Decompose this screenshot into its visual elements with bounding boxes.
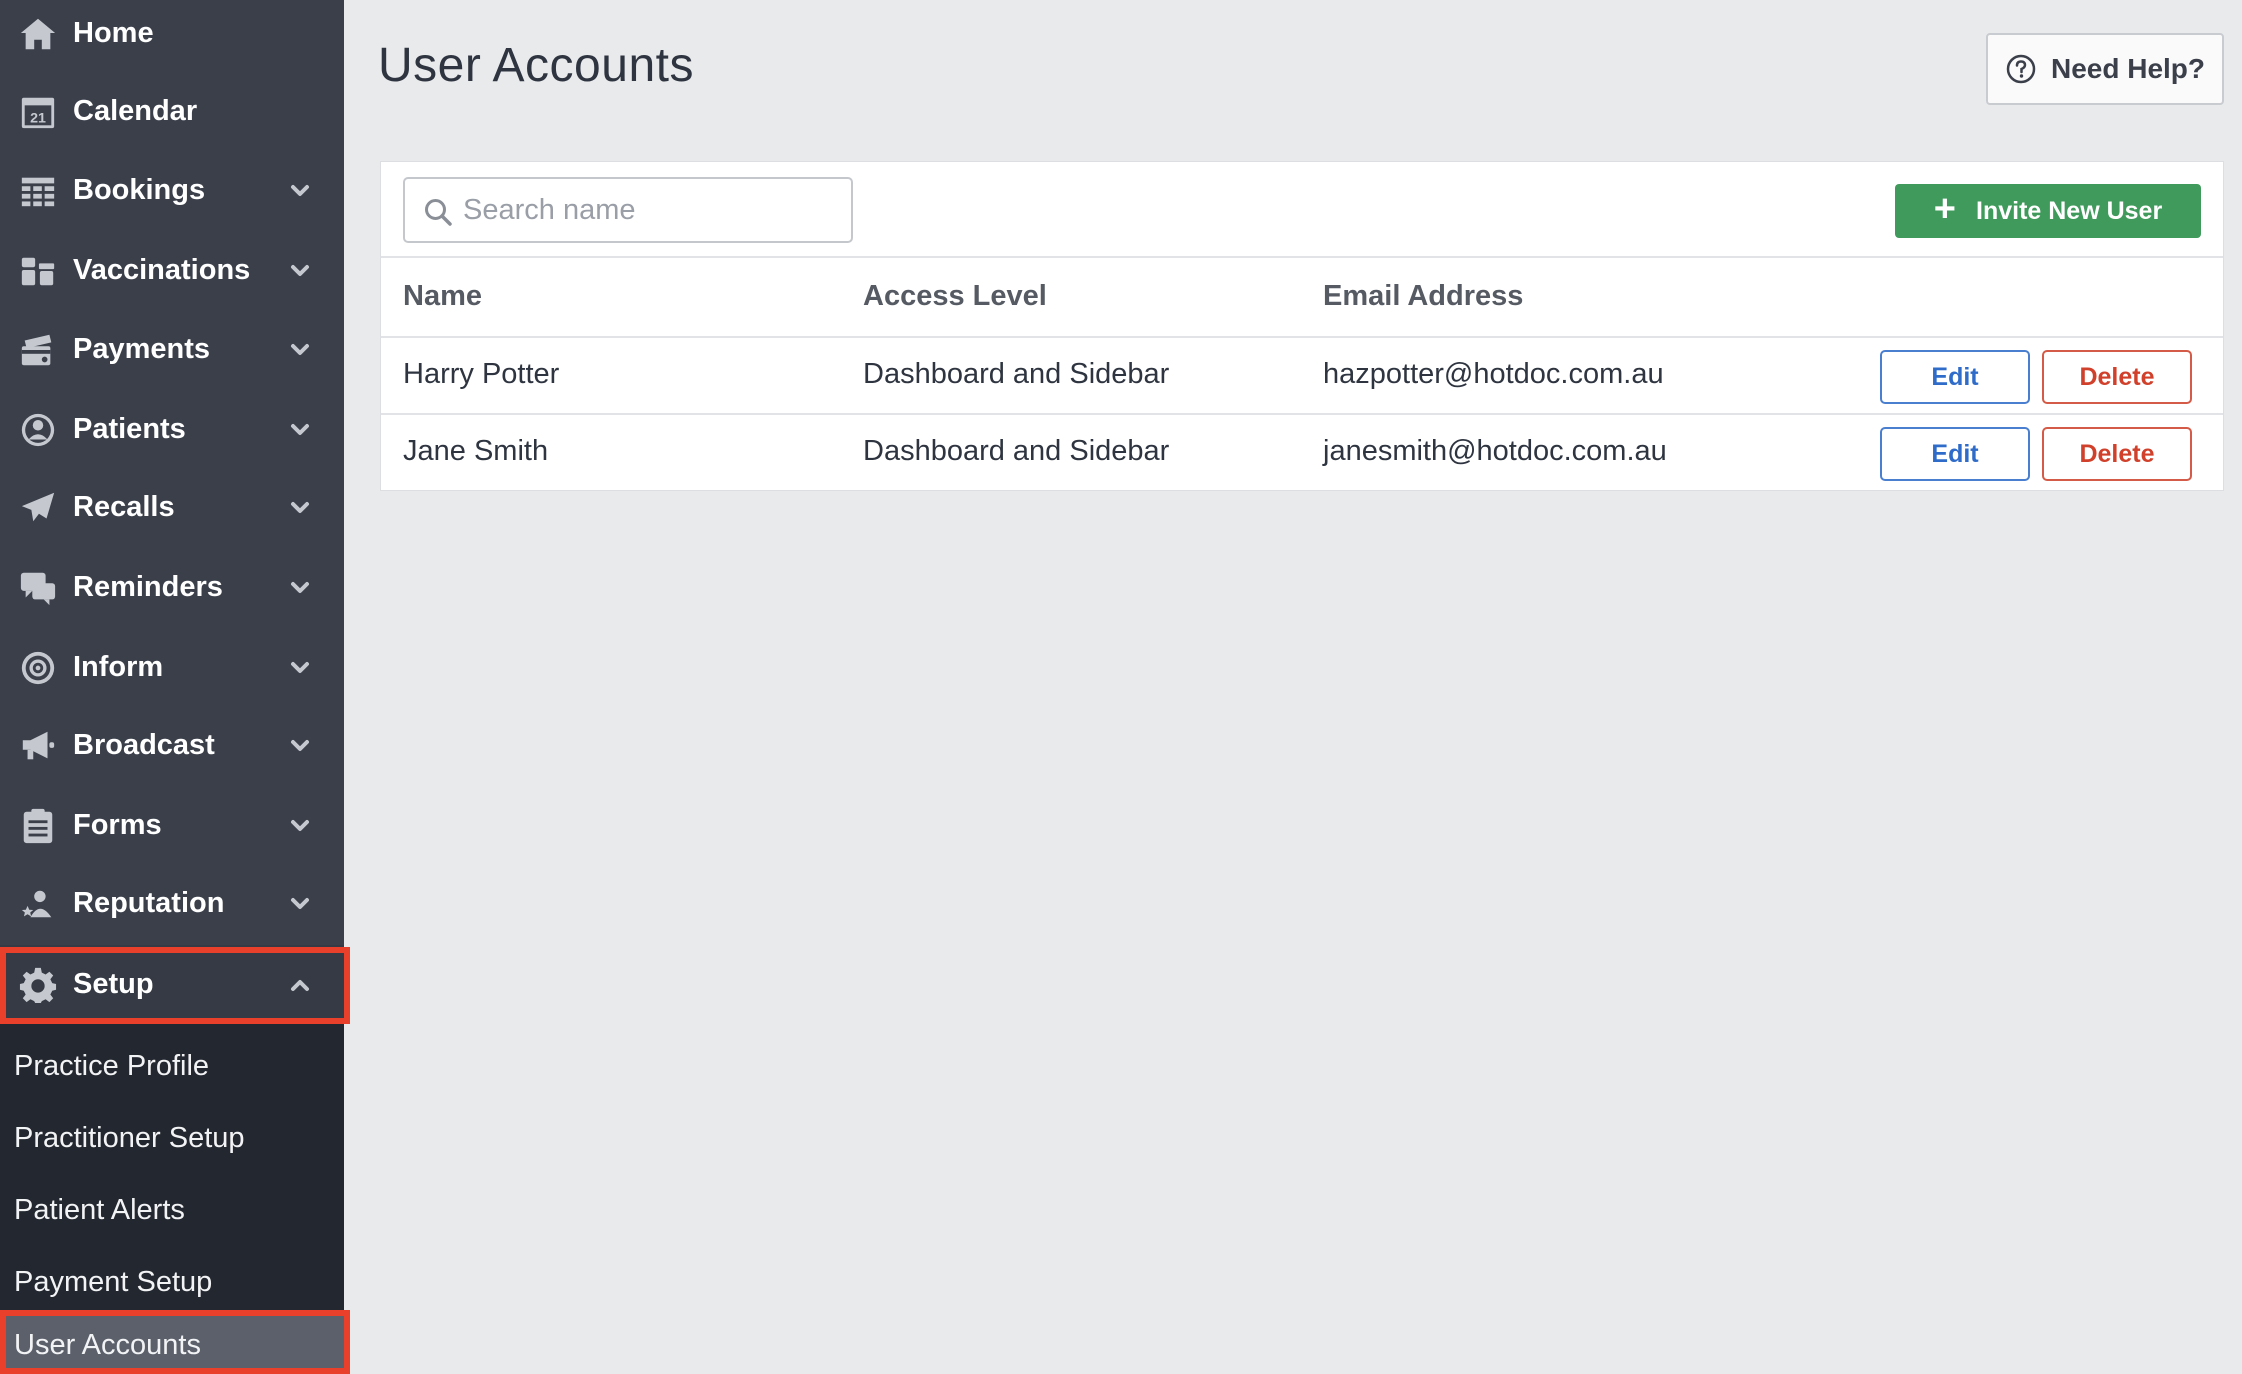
- chevron-down-icon: [286, 336, 314, 364]
- sidebar-item-reminders[interactable]: Reminders: [0, 548, 344, 627]
- sidebar-item-calendar[interactable]: 21 Calendar: [0, 72, 344, 151]
- sidebar-item-inform[interactable]: Inform: [0, 628, 344, 707]
- column-header-name[interactable]: Name: [403, 280, 482, 313]
- need-help-label: Need Help?: [2050, 53, 2206, 84]
- table-row: Harry Potter Dashboard and Sidebar hazpo…: [381, 338, 2223, 415]
- edit-button[interactable]: Edit: [1880, 427, 2030, 481]
- chevron-up-icon: [286, 971, 314, 999]
- submenu-item-patient-alerts[interactable]: Patient Alerts: [0, 1174, 344, 1246]
- edit-button[interactable]: Edit: [1880, 350, 2030, 404]
- cell-access-level: Dashboard and Sidebar: [863, 435, 1170, 467]
- invite-new-user-label: Invite New User: [1976, 196, 2163, 225]
- need-help-button[interactable]: Need Help?: [1986, 33, 2224, 105]
- sidebar-item-label: Vaccinations: [73, 254, 251, 286]
- sidebar-item-label: Setup: [73, 968, 154, 1000]
- column-header-email[interactable]: Email Address: [1323, 280, 1523, 313]
- chevron-down-icon: [286, 177, 314, 205]
- cell-access-level: Dashboard and Sidebar: [863, 358, 1170, 390]
- chevron-down-icon: [286, 654, 314, 682]
- cell-email: janesmith@hotdoc.com.au: [1323, 435, 1667, 467]
- sidebar-item-label: Calendar: [73, 95, 198, 127]
- sidebar-item-label: Home: [73, 17, 154, 49]
- card-icon: [18, 330, 58, 370]
- search-icon: [425, 199, 452, 226]
- sidebar-item-label: Patients: [73, 413, 186, 445]
- user-accounts-panel: + Invite New User Name Access Level Emai…: [380, 161, 2224, 491]
- chevron-down-icon: [286, 416, 314, 444]
- submenu-item-payment-setup[interactable]: Payment Setup: [0, 1246, 344, 1318]
- sidebar-item-vaccinations[interactable]: Vaccinations: [0, 231, 344, 310]
- sidebar-item-label: Payments: [73, 333, 211, 365]
- delete-button[interactable]: Delete: [2042, 427, 2192, 481]
- plus-icon: +: [1933, 188, 1956, 230]
- chevron-down-icon: [286, 890, 314, 918]
- grid-icon: [18, 171, 58, 211]
- table-header: Name Access Level Email Address: [381, 258, 2223, 338]
- sidebar-item-broadcast[interactable]: Broadcast: [0, 706, 344, 785]
- sidebar-item-label: Broadcast: [73, 729, 215, 761]
- setup-submenu: Practice Profile Practitioner Setup Pati…: [0, 1024, 344, 1374]
- submenu-item-practice-profile[interactable]: Practice Profile: [0, 1030, 344, 1102]
- search-input[interactable]: [463, 193, 833, 227]
- delete-button[interactable]: Delete: [2042, 350, 2192, 404]
- sidebar-item-recalls[interactable]: Recalls: [0, 468, 344, 547]
- sidebar-item-reputation[interactable]: Reputation: [0, 864, 344, 943]
- sidebar-item-label: Reminders: [73, 571, 223, 603]
- table-toolbar: + Invite New User: [381, 162, 2223, 258]
- gear-icon: [18, 965, 58, 1005]
- cell-email: hazpotter@hotdoc.com.au: [1323, 358, 1664, 390]
- home-icon: [18, 14, 58, 54]
- vials-icon: [18, 251, 58, 291]
- sidebar-item-bookings[interactable]: Bookings: [0, 151, 344, 230]
- sidebar-item-label: Reputation: [73, 887, 225, 919]
- sidebar: Home 21 Calendar Bookings Vaccinations P…: [0, 0, 350, 1374]
- table-row: Jane Smith Dashboard and Sidebar janesmi…: [381, 415, 2223, 492]
- invite-new-user-button[interactable]: + Invite New User: [1895, 184, 2201, 238]
- megaphone-icon: [18, 726, 58, 766]
- chevron-down-icon: [286, 494, 314, 522]
- cell-name: Jane Smith: [403, 435, 549, 467]
- sidebar-item-setup[interactable]: Setup: [0, 945, 344, 1024]
- calendar-icon: 21: [18, 92, 58, 132]
- sidebar-item-label: Bookings: [73, 174, 206, 206]
- paper-plane-icon: [18, 488, 58, 528]
- chevron-down-icon: [286, 732, 314, 760]
- chevron-down-icon: [286, 574, 314, 602]
- sidebar-item-label: Recalls: [73, 491, 175, 523]
- cell-name: Harry Potter: [403, 358, 560, 390]
- sidebar-item-label: Forms: [73, 809, 162, 841]
- chat-icon: [18, 568, 58, 608]
- submenu-item-user-accounts[interactable]: User Accounts: [0, 1316, 344, 1374]
- sidebar-item-home[interactable]: Home: [0, 0, 344, 73]
- target-icon: [18, 648, 58, 688]
- sidebar-item-patients[interactable]: Patients: [0, 390, 344, 469]
- user-star-icon: [18, 884, 58, 924]
- column-header-access-level[interactable]: Access Level: [863, 280, 1047, 313]
- submenu-item-practitioner-setup[interactable]: Practitioner Setup: [0, 1102, 344, 1174]
- question-circle-icon: [2006, 54, 2036, 84]
- svg-text:21: 21: [30, 110, 46, 126]
- chevron-down-icon: [286, 812, 314, 840]
- sidebar-item-forms[interactable]: Forms: [0, 786, 344, 865]
- sidebar-item-label: Inform: [73, 651, 164, 683]
- page-title: User Accounts: [378, 39, 694, 92]
- user-circle-icon: [18, 410, 58, 450]
- clipboard-icon: [18, 806, 58, 846]
- search-box: [403, 177, 853, 243]
- sidebar-item-payments[interactable]: Payments: [0, 310, 344, 389]
- chevron-down-icon: [286, 257, 314, 285]
